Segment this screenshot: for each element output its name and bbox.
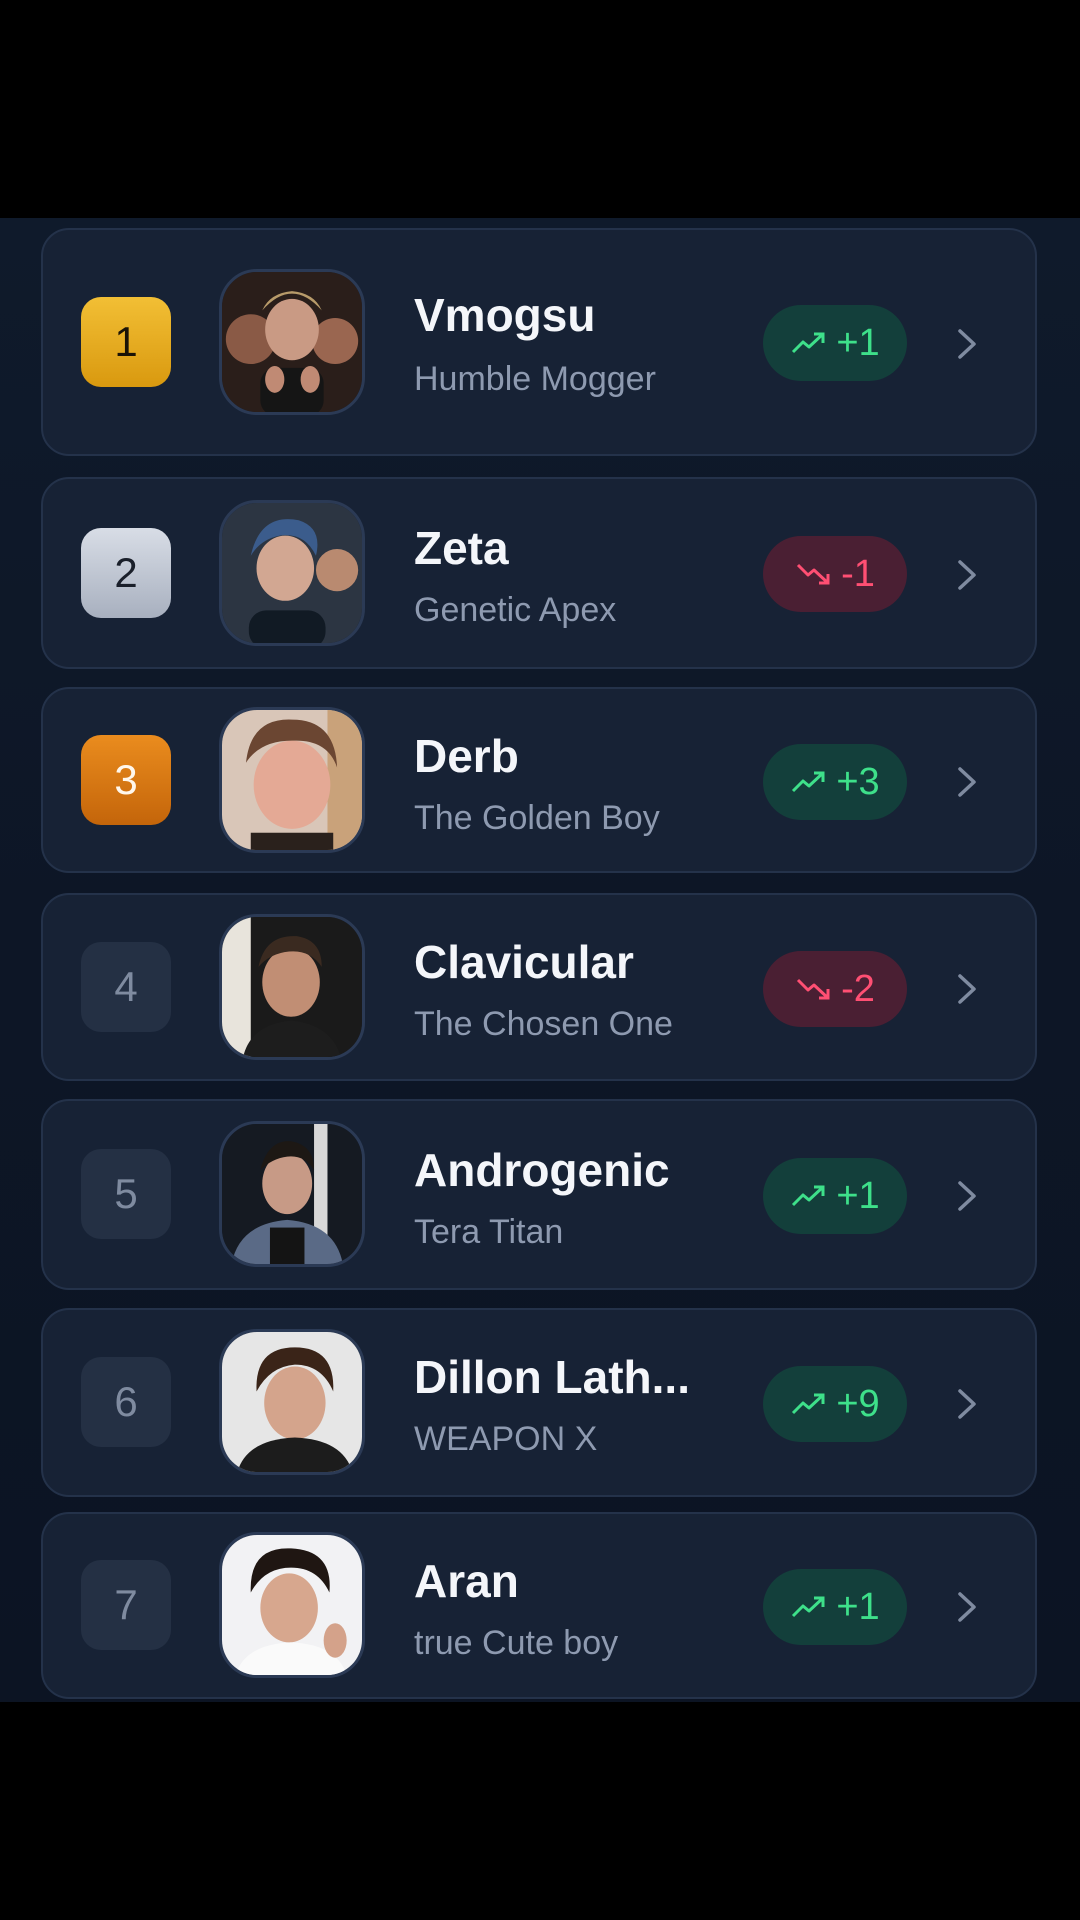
- rank-change-badge: -2: [763, 951, 907, 1027]
- user-title: true Cute boy: [414, 1624, 619, 1662]
- user-name: Vmogsu: [414, 289, 596, 341]
- leaderboard-row[interactable]: 4 Clavicular The Chosen One -2: [41, 893, 1037, 1081]
- user-name: Clavicular: [414, 936, 634, 988]
- user-name: Androgenic: [414, 1144, 670, 1196]
- user-title: The Golden Boy: [414, 799, 660, 837]
- trending-down-icon: [797, 563, 830, 585]
- chevron-right-icon[interactable]: [955, 1386, 979, 1422]
- rank-change-badge: -1: [763, 536, 907, 612]
- rank-badge: 6: [81, 1357, 171, 1447]
- chevron-right-icon[interactable]: [955, 557, 979, 593]
- rank-change-value: +1: [836, 1174, 880, 1217]
- trending-up-icon: [792, 1596, 825, 1618]
- rank-change-badge: +9: [763, 1366, 907, 1442]
- trending-down-icon: [797, 978, 830, 1000]
- avatar-photo: [222, 1535, 362, 1675]
- rank-change-value: +1: [836, 321, 880, 364]
- avatar-photo: [222, 710, 362, 850]
- user-title: WEAPON X: [414, 1420, 598, 1458]
- chevron-right-icon[interactable]: [955, 971, 979, 1007]
- rank-badge: 5: [81, 1149, 171, 1239]
- rank-change-value: -2: [841, 967, 875, 1010]
- avatar: [219, 1532, 365, 1678]
- user-title: Genetic Apex: [414, 591, 617, 629]
- user-name: Zeta: [414, 522, 509, 574]
- avatar: [219, 914, 365, 1060]
- chevron-right-icon[interactable]: [955, 1589, 979, 1625]
- trending-up-icon: [792, 1185, 825, 1207]
- user-name: Dillon Lath...: [414, 1351, 690, 1403]
- avatar: [219, 500, 365, 646]
- user-title: Humble Mogger: [414, 360, 656, 398]
- avatar: [219, 1121, 365, 1267]
- trending-up-icon: [792, 1393, 825, 1415]
- leaderboard-row[interactable]: 5 Androgenic Tera Titan +1: [41, 1099, 1037, 1290]
- avatar-photo: [222, 503, 362, 643]
- rank-badge: 4: [81, 942, 171, 1032]
- avatar-photo: [222, 1124, 362, 1264]
- rank-change-value: +9: [836, 1382, 880, 1425]
- rank-badge: 3: [81, 735, 171, 825]
- avatar-photo: [222, 1332, 362, 1472]
- rank-change-value: -1: [841, 552, 875, 595]
- avatar: [219, 707, 365, 853]
- user-name: Derb: [414, 730, 519, 782]
- rank-change-badge: +1: [763, 305, 907, 381]
- leaderboard-screen: 1 Vmogsu Humble Mogger +1 2 Zeta Genetic…: [0, 218, 1080, 1702]
- user-title: The Chosen One: [414, 1005, 673, 1043]
- chevron-right-icon[interactable]: [955, 326, 979, 362]
- leaderboard-row[interactable]: 3 Derb The Golden Boy +3: [41, 687, 1037, 873]
- leaderboard-row[interactable]: 6 Dillon Lath... WEAPON X +9: [41, 1308, 1037, 1497]
- leaderboard-row[interactable]: 7 Aran true Cute boy +1: [41, 1512, 1037, 1699]
- leaderboard-row[interactable]: 1 Vmogsu Humble Mogger +1: [41, 228, 1037, 456]
- avatar: [219, 269, 365, 415]
- chevron-right-icon[interactable]: [955, 764, 979, 800]
- avatar-photo: [222, 917, 362, 1057]
- user-title: Tera Titan: [414, 1213, 564, 1251]
- rank-badge: 1: [81, 297, 171, 387]
- rank-badge: 2: [81, 528, 171, 618]
- rank-change-value: +3: [836, 760, 880, 803]
- trending-up-icon: [792, 771, 825, 793]
- user-name: Aran: [414, 1555, 519, 1607]
- rank-change-value: +1: [836, 1585, 880, 1628]
- rank-change-badge: +1: [763, 1569, 907, 1645]
- avatar: [219, 1329, 365, 1475]
- trending-up-icon: [792, 332, 825, 354]
- rank-change-badge: +1: [763, 1158, 907, 1234]
- rank-badge: 7: [81, 1560, 171, 1650]
- chevron-right-icon[interactable]: [955, 1178, 979, 1214]
- rank-change-badge: +3: [763, 744, 907, 820]
- leaderboard-row[interactable]: 2 Zeta Genetic Apex -1: [41, 477, 1037, 669]
- avatar-photo: [222, 272, 362, 412]
